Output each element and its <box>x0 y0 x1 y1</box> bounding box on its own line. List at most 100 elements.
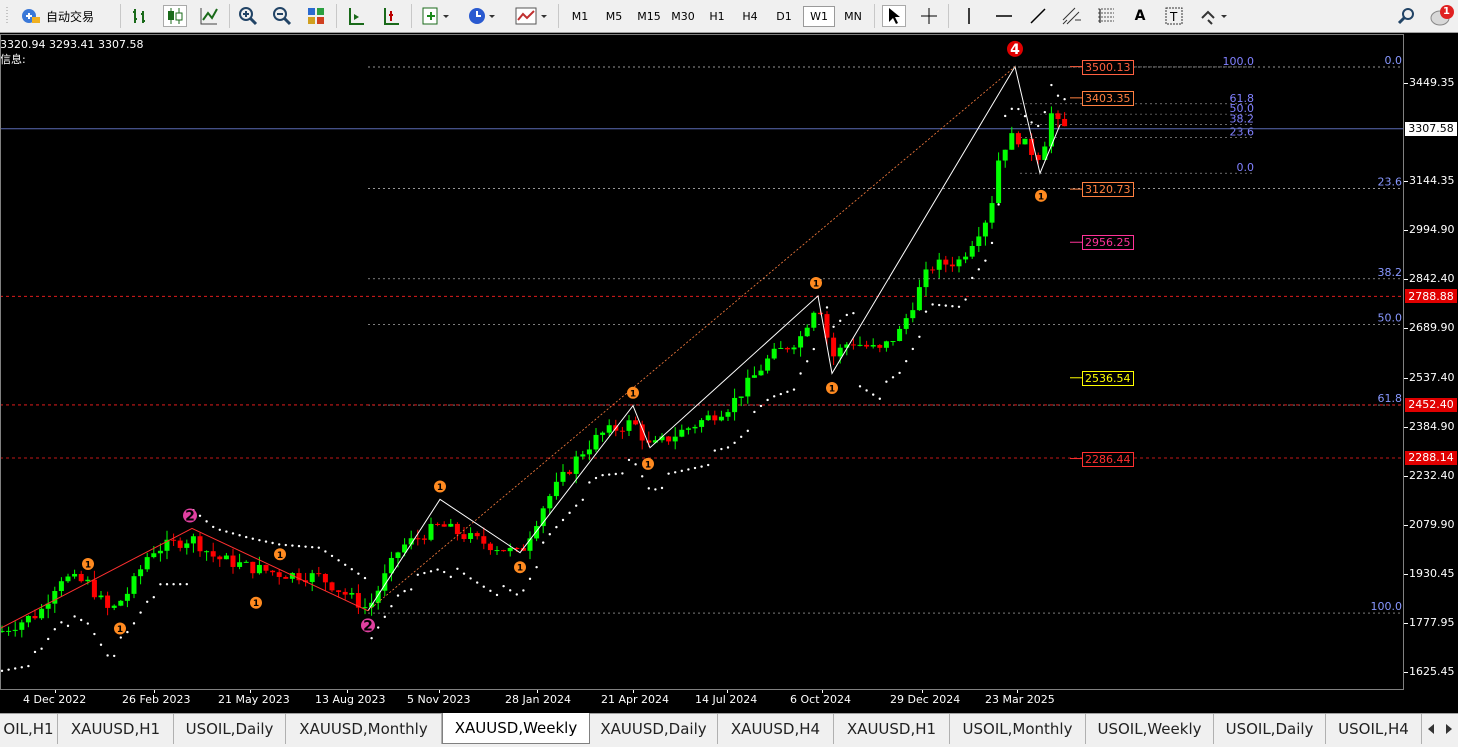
sar-dot <box>1010 107 1013 111</box>
candle-body <box>778 347 784 349</box>
candle-body <box>963 256 969 260</box>
candle-body <box>897 328 903 342</box>
timeframe-m15[interactable]: M15 <box>633 6 665 27</box>
wave-marker-label: 1 <box>630 389 636 399</box>
horizontal-line-icon <box>996 15 1012 17</box>
text-button[interactable]: A <box>1128 5 1152 27</box>
text-label-button[interactable]: T <box>1162 5 1186 27</box>
autoscroll-button[interactable] <box>379 5 403 27</box>
wave-marker-label: 1 <box>645 460 651 470</box>
timeframe-m5[interactable]: M5 <box>600 6 628 27</box>
cursor-button[interactable] <box>882 5 906 27</box>
sar-dot <box>0 669 4 673</box>
tab-xauusd-monthly[interactable]: XAUUSD,Monthly <box>286 714 442 744</box>
candle-body <box>210 551 216 557</box>
line-chart-button[interactable] <box>197 5 221 27</box>
candle-body <box>738 396 744 398</box>
sar-dot <box>938 303 941 307</box>
level-value-box: 2536.54 <box>1082 370 1134 386</box>
autotrade-button[interactable]: 自动交易 <box>20 5 112 27</box>
sar-dot <box>548 533 551 536</box>
tab-xauusd-h4[interactable]: XAUUSD,H4 <box>718 714 834 744</box>
indicators-button[interactable] <box>418 5 454 27</box>
tab-usoil-monthly[interactable]: USOIL,Monthly <box>950 714 1086 744</box>
tab-usoil-weekly[interactable]: USOIL,Weekly <box>1086 714 1214 744</box>
chart-area[interactable]: 3320.94 3293.41 3307.58 信息: 0.0 23.6 38.2 5… <box>0 34 1404 690</box>
sar-dot <box>443 570 446 574</box>
candle-body <box>923 269 929 288</box>
templates-button[interactable] <box>511 5 551 27</box>
timeframe-mn[interactable]: MN <box>838 6 868 27</box>
arrows-button[interactable] <box>1196 5 1232 27</box>
timeframe-d1[interactable]: D1 <box>770 6 798 27</box>
sar-dot <box>905 359 908 363</box>
price-axis[interactable]: 3449.35 3144.35 2994.90 2842.40 2689.90 2537.… <box>1404 34 1458 713</box>
tile-windows-button[interactable] <box>304 5 328 27</box>
tab-scroll-right-button[interactable] <box>1440 714 1458 744</box>
sar-dot <box>713 449 716 452</box>
sar-dot <box>344 563 347 566</box>
chart-shift-button[interactable] <box>344 5 368 27</box>
toolbar: 自动交易 M1 M5 M15 M30 H1 H4 D1 W1 MN A T 1 <box>0 0 1458 33</box>
candle-body <box>910 310 916 319</box>
channel-button[interactable] <box>1060 5 1084 27</box>
wave-marker-label: 4 <box>1010 42 1020 58</box>
sar-dot <box>647 487 650 490</box>
tab-xauusd-daily[interactable]: XAUUSD,Daily <box>590 714 718 744</box>
sar-dot <box>482 585 485 588</box>
timeframe-w1[interactable]: W1 <box>803 6 835 27</box>
horizontal-line-button[interactable] <box>992 5 1016 27</box>
crosshair-button[interactable] <box>917 5 941 27</box>
fibonacci-button[interactable] <box>1094 5 1118 27</box>
candle-body <box>421 538 427 540</box>
tab-scroll-left-button[interactable] <box>1422 714 1440 744</box>
sar-dot <box>396 594 400 597</box>
chart-shift-icon <box>349 8 364 25</box>
vertical-line-button[interactable] <box>957 5 981 27</box>
zoom-in-button[interactable] <box>236 5 260 27</box>
sar-dot <box>377 626 380 629</box>
svg-text:T: T <box>1169 10 1178 24</box>
candlestick-button[interactable] <box>163 5 187 27</box>
tab-xauusd-weekly[interactable]: XAUUSD,Weekly <box>442 713 590 744</box>
candle-body <box>349 593 355 595</box>
price-tick-mark <box>1404 525 1408 527</box>
price-tick-mark <box>1404 279 1408 280</box>
candle-body <box>811 312 817 328</box>
time-axis[interactable]: 4 Dec 2022 26 Feb 2023 21 May 2023 13 Aug 2… <box>0 690 1404 713</box>
tab-usoil-daily[interactable]: USOIL,Daily <box>174 714 286 744</box>
sar-dot <box>627 458 631 462</box>
candle-body <box>223 555 229 560</box>
price-tick-label: 2079.90 <box>1409 518 1455 532</box>
notifications-button[interactable]: 1 <box>1428 5 1456 27</box>
tab-usoil-daily-2[interactable]: USOIL,Daily <box>1214 714 1326 744</box>
trendline-button[interactable] <box>1026 5 1050 27</box>
search-button[interactable] <box>1395 5 1419 27</box>
timeframe-h4[interactable]: H4 <box>736 6 764 27</box>
timeframe-m1[interactable]: M1 <box>566 6 594 27</box>
candle-body <box>1055 113 1061 119</box>
candle-body <box>157 550 163 554</box>
tab-usoil-h4[interactable]: USOIL,H4 <box>1326 714 1422 744</box>
candle-body <box>454 523 460 535</box>
candlestick-icon <box>168 8 183 24</box>
candle-body <box>19 622 25 630</box>
timeframe-h1[interactable]: H1 <box>703 6 731 27</box>
tab-xauusd-h1-2[interactable]: XAUUSD,H1 <box>834 714 950 744</box>
time-tick-mark <box>727 690 728 693</box>
candle-body <box>52 591 58 604</box>
candle-body <box>336 590 342 592</box>
tab-xauusd-h1[interactable]: XAUUSD,H1 <box>58 714 174 744</box>
candle-body <box>745 377 751 397</box>
candle-body <box>474 533 480 537</box>
candle-body <box>567 471 573 474</box>
tab-oil-h1[interactable]: OIL,H1 <box>0 714 58 744</box>
sar-dot <box>944 304 947 307</box>
bar-chart-button[interactable] <box>128 5 152 27</box>
periodicity-button[interactable] <box>464 5 500 27</box>
candle-body <box>903 318 909 329</box>
timeframe-m30[interactable]: M30 <box>667 6 699 27</box>
candle-body <box>586 449 592 455</box>
zoom-out-button[interactable] <box>270 5 294 27</box>
candle-body <box>1009 133 1015 150</box>
